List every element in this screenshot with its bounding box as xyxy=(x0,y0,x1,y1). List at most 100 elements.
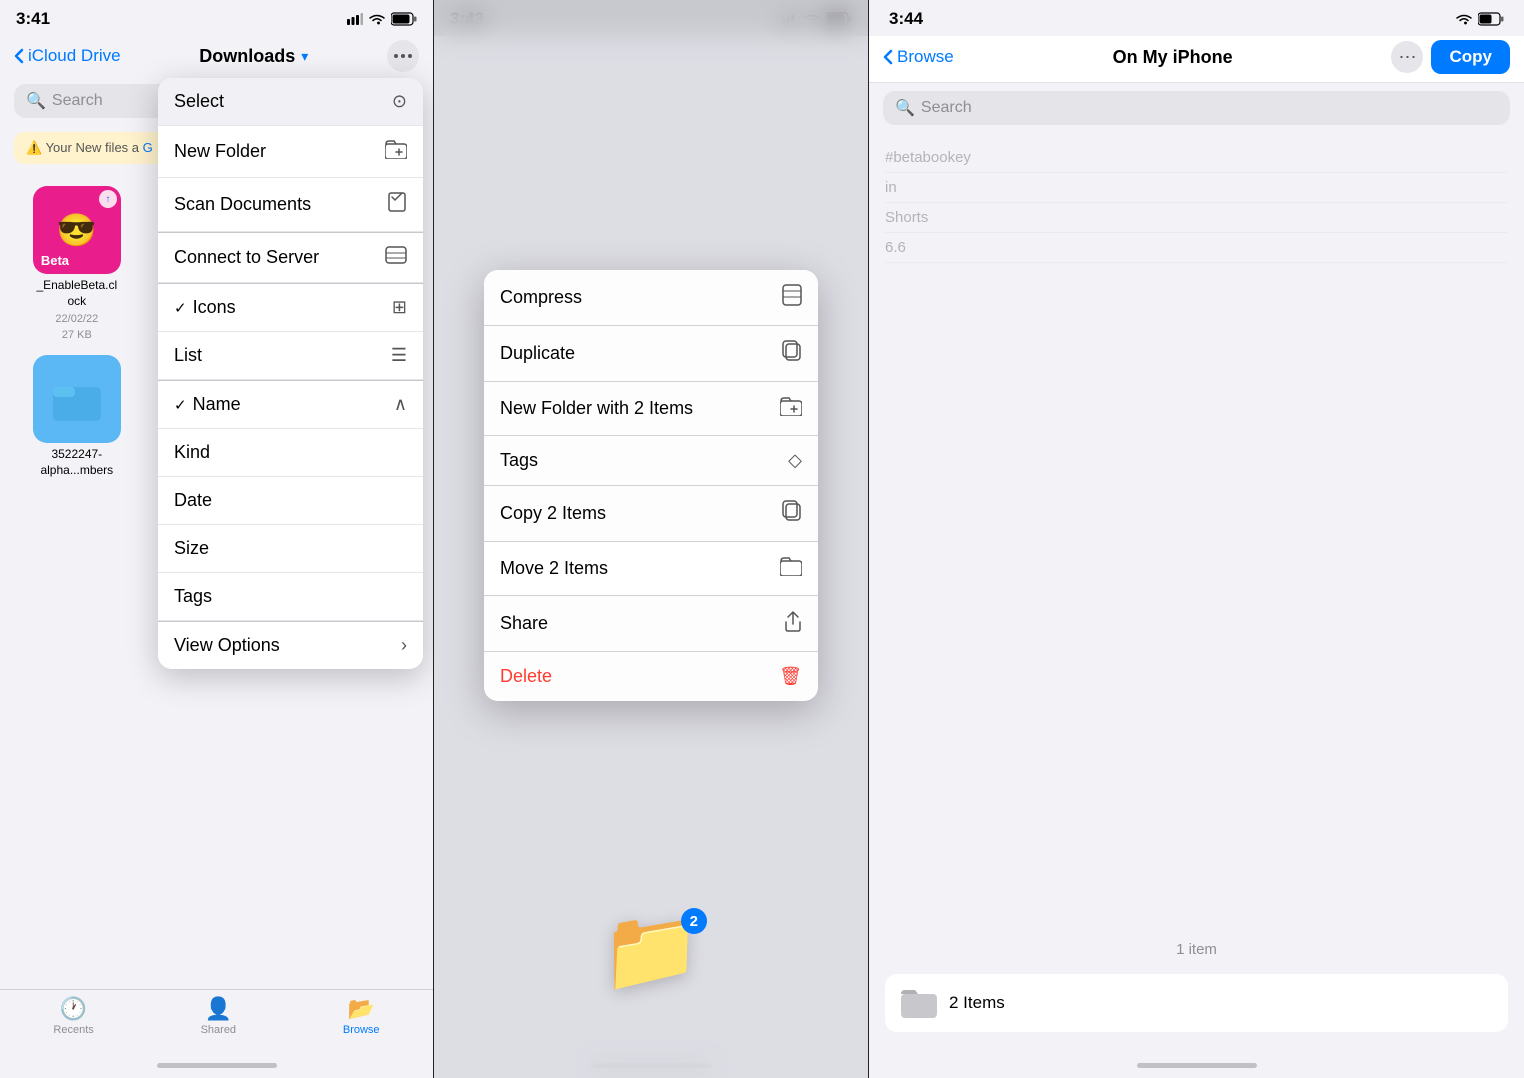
menu-label-size: Size xyxy=(174,538,209,559)
nav-title-3: On My iPhone xyxy=(1113,47,1233,68)
tab-label-shared: Shared xyxy=(201,1024,236,1036)
menu-label-icons-wrap: ✓ Icons xyxy=(174,297,236,318)
search-bar-3[interactable]: 🔍 Search xyxy=(883,91,1510,125)
duplicate-icon xyxy=(782,340,802,367)
folder-plus-icon xyxy=(385,139,407,159)
menu-label-name: Name xyxy=(193,394,241,415)
p3-folder-icon-svg xyxy=(901,988,937,1018)
status-icons-1 xyxy=(347,12,417,26)
nav-chevron-1[interactable]: ▾ xyxy=(301,48,308,65)
file-item-alpha[interactable]: 3522247-alpha...mbers xyxy=(14,355,140,478)
file-thumb-beta: 😎 Beta ↑ xyxy=(33,186,121,274)
search-icon-1: 🔍 xyxy=(26,91,46,111)
connect-server-icon xyxy=(385,246,407,269)
search-placeholder-1: Search xyxy=(52,92,103,110)
file-name-alpha: 3522247-alpha...mbers xyxy=(40,447,113,478)
scan-icon xyxy=(387,191,407,213)
warning-link[interactable]: G xyxy=(143,140,153,155)
shared-icon: 👤 xyxy=(205,996,232,1022)
signal-icon xyxy=(347,13,363,25)
status-time-3: 3:44 xyxy=(889,9,923,29)
copy-svg xyxy=(782,500,802,522)
context-item-share[interactable]: Share xyxy=(484,596,818,652)
menu-item-size[interactable]: Size xyxy=(158,525,423,573)
menu-item-connect-to-server[interactable]: Connect to Server xyxy=(158,232,423,283)
nav-title-group-1: Downloads ▾ xyxy=(199,46,308,67)
copy-items-icon xyxy=(782,500,802,527)
sort-name-icon: ∧ xyxy=(394,394,407,415)
home-bar-1 xyxy=(157,1063,277,1068)
p3-folder-label: 2 Items xyxy=(949,993,1005,1013)
menu-item-select[interactable]: Select ⊙ xyxy=(158,78,423,126)
nav-bar-3: Browse On My iPhone ⋯ Copy xyxy=(869,36,1524,83)
tags-icon: ◇ xyxy=(788,450,802,471)
context-item-copy-2-items[interactable]: Copy 2 Items xyxy=(484,486,818,542)
menu-item-new-folder[interactable]: New Folder xyxy=(158,126,423,178)
more-button-3[interactable]: ⋯ xyxy=(1391,41,1423,73)
context-label-duplicate: Duplicate xyxy=(500,343,575,364)
compress-svg xyxy=(782,284,802,306)
tab-label-recents: Recents xyxy=(53,1024,93,1036)
menu-item-tags[interactable]: Tags xyxy=(158,573,423,621)
p3-ghost-content: #betabookey in Shorts 6.6 xyxy=(869,135,1524,271)
status-bar-1: 3:41 xyxy=(0,0,433,36)
p3-spacer xyxy=(885,291,1508,901)
nav-bar-1: iCloud Drive Downloads ▾ xyxy=(0,36,433,80)
icons-view-icon: ⊞ xyxy=(392,297,407,318)
context-label-compress: Compress xyxy=(500,287,582,308)
tab-bar-1: 🕐 Recents 👤 Shared 📂 Browse xyxy=(0,989,433,1052)
panel-1-icloud-drive: 3:41 iCloud Dr xyxy=(0,0,433,1078)
share-icon xyxy=(784,610,802,637)
file-meta-beta: 22/02/22 xyxy=(55,313,98,325)
ghost-item-1: #betabookey xyxy=(885,143,1508,173)
menu-item-view-options[interactable]: View Options › xyxy=(158,621,423,669)
context-item-move-2-items[interactable]: Move 2 Items xyxy=(484,542,818,596)
move-folder-svg xyxy=(780,556,802,576)
folder-badge-wrap: 📁 2 xyxy=(601,904,701,998)
home-indicator-3 xyxy=(869,1052,1524,1078)
warning-text: ⚠️ Your New files a xyxy=(26,140,143,155)
menu-item-name[interactable]: ✓ Name ∧ xyxy=(158,380,423,429)
more-options-button[interactable] xyxy=(387,40,419,72)
context-item-compress[interactable]: Compress xyxy=(484,270,818,326)
select-icon: ⊙ xyxy=(392,91,407,112)
folder-plus-svg xyxy=(780,396,802,416)
recents-icon: 🕐 xyxy=(60,996,87,1022)
p2-bottom-folder: 📁 2 xyxy=(434,904,868,998)
context-label-new-folder-items: New Folder with 2 Items xyxy=(500,398,693,419)
back-button-1[interactable]: iCloud Drive xyxy=(14,46,121,66)
menu-item-date[interactable]: Date xyxy=(158,477,423,525)
context-label-share: Share xyxy=(500,613,548,634)
browse-icon: 📂 xyxy=(348,996,375,1022)
file-size-beta: 27 KB xyxy=(62,329,92,341)
nav-right-group-3: ⋯ Copy xyxy=(1391,40,1510,74)
context-item-duplicate[interactable]: Duplicate xyxy=(484,326,818,382)
context-item-new-folder-items[interactable]: New Folder with 2 Items xyxy=(484,382,818,436)
chevron-left-icon-3 xyxy=(883,49,893,65)
menu-label-date: Date xyxy=(174,490,212,511)
view-options-chevron: › xyxy=(401,635,407,656)
status-icons-3 xyxy=(1455,12,1504,26)
copy-button[interactable]: Copy xyxy=(1431,40,1510,74)
menu-label-select: Select xyxy=(174,91,224,112)
tab-recents[interactable]: 🕐 Recents xyxy=(53,996,93,1036)
context-label-move-2-items: Move 2 Items xyxy=(500,558,608,579)
ghost-item-4: 6.6 xyxy=(885,233,1508,263)
menu-item-list[interactable]: List ☰ xyxy=(158,332,423,380)
context-item-delete[interactable]: Delete 🗑 xyxy=(484,652,818,701)
menu-item-icons[interactable]: ✓ Icons ⊞ xyxy=(158,283,423,332)
tab-browse[interactable]: 📂 Browse xyxy=(343,996,380,1036)
file-item-beta[interactable]: 😎 Beta ↑ _EnableBeta.clock 22/02/22 27 K… xyxy=(14,186,140,341)
p3-folder-row[interactable]: 2 Items xyxy=(885,974,1508,1032)
tab-shared[interactable]: 👤 Shared xyxy=(201,996,236,1036)
menu-label-connect-to-server: Connect to Server xyxy=(174,247,319,268)
new-folder-items-icon xyxy=(780,396,802,421)
p3-item-count: 1 item xyxy=(885,941,1508,958)
context-menu: Compress Duplicate New Folder with 2 Ite… xyxy=(484,270,818,701)
context-item-tags[interactable]: Tags ◇ xyxy=(484,436,818,486)
menu-item-kind[interactable]: Kind xyxy=(158,429,423,477)
menu-item-scan-documents[interactable]: Scan Documents xyxy=(158,178,423,232)
cloud-badge: ↑ xyxy=(99,190,117,208)
back-button-3[interactable]: Browse xyxy=(883,47,954,67)
wifi-icon xyxy=(368,13,386,25)
